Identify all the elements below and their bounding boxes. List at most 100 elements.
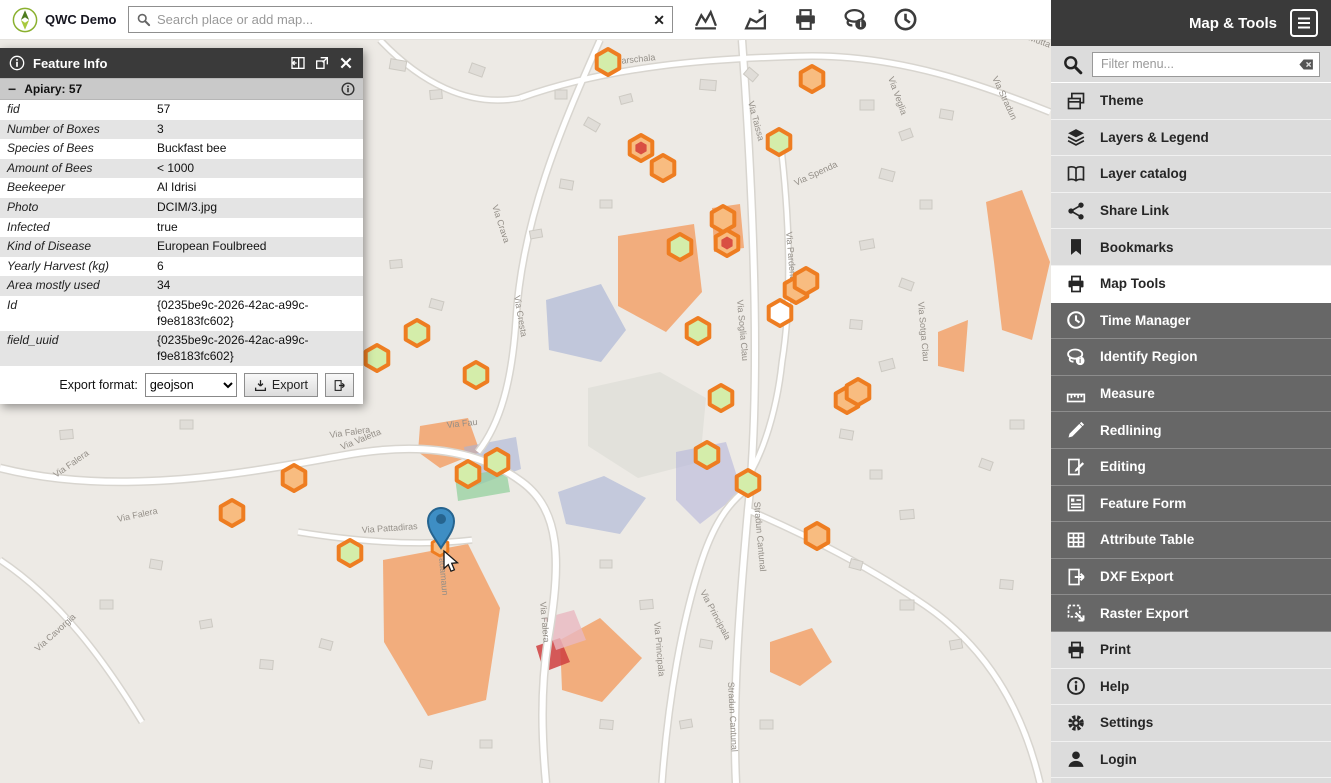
apiary-marker[interactable] (669, 234, 692, 260)
building (1010, 420, 1024, 429)
attribute-value: 57 (150, 100, 363, 120)
building (555, 90, 567, 99)
person-icon (1066, 749, 1086, 769)
attribute-value: 3 (150, 120, 363, 140)
sidebar-item-label: Login (1100, 752, 1137, 767)
collapse-icon[interactable]: − (8, 82, 16, 96)
editing-icon (1066, 457, 1086, 477)
sidebar-item-share-link[interactable]: Share Link (1051, 193, 1331, 230)
export-format-select[interactable]: geojson (145, 373, 237, 397)
attribute-name: field_uuid (0, 331, 150, 366)
building (760, 720, 773, 729)
menu-toggle-button[interactable] (1290, 9, 1318, 37)
export-to-layer-button[interactable] (325, 373, 354, 397)
apiary-marker[interactable] (768, 129, 791, 155)
sidebar-item-bookmarks[interactable]: Bookmarks (1051, 229, 1331, 266)
attribute-row: field_uuid{0235be9c-2026-42ac-a99c-f9e81… (0, 331, 363, 366)
sidebar-item-label: Identify Region (1100, 349, 1198, 364)
sidebar-item-login[interactable]: Login (1051, 742, 1331, 779)
apiary-marker[interactable] (710, 385, 733, 411)
sidebar-item-feature-form[interactable]: Feature Form (1051, 486, 1331, 523)
search-clear-icon[interactable]: ✕ (653, 13, 665, 27)
search-box[interactable]: ✕ (128, 6, 673, 33)
sidebar-item-label: Help (1100, 679, 1129, 694)
attribute-row: BeekeeperAl Idrisi (0, 178, 363, 198)
export-button[interactable]: Export (244, 373, 318, 397)
sidebar-item-settings[interactable]: Settings (1051, 705, 1331, 742)
building (860, 100, 874, 110)
app-logo: QWC Demo (12, 7, 128, 33)
apiary-marker[interactable] (801, 66, 824, 92)
apiary-marker[interactable] (737, 470, 760, 496)
sidebar-item-raster-export[interactable]: Raster Export (1051, 595, 1331, 632)
building (900, 509, 915, 519)
attribute-value: 34 (150, 276, 363, 296)
feature-info-icon[interactable] (341, 82, 355, 96)
apiary-marker[interactable] (406, 320, 429, 346)
attribute-name: Infected (0, 218, 150, 238)
apiary-marker[interactable] (687, 318, 710, 344)
apiary-marker[interactable] (712, 206, 735, 232)
menu-filter-row (1051, 46, 1331, 83)
building (419, 759, 432, 769)
sidebar-item-time-manager[interactable]: Time Manager (1051, 303, 1331, 340)
sidebar-item-redlining[interactable]: Redlining (1051, 412, 1331, 449)
sidebar-item-identify-region[interactable]: i Identify Region (1051, 339, 1331, 376)
bookmark-icon (1066, 237, 1086, 257)
sidebar-title: Map & Tools (1189, 15, 1277, 32)
height-profile-icon[interactable] (693, 7, 718, 32)
svg-text:i: i (1079, 357, 1081, 365)
time-manager-icon[interactable] (893, 7, 918, 32)
sidebar-item-layers-legend[interactable]: Layers & Legend (1051, 120, 1331, 157)
feature-section-header[interactable]: − Apiary: 57 (0, 78, 363, 100)
apiary-marker[interactable] (769, 300, 792, 326)
identify-region-icon[interactable]: i (843, 7, 868, 32)
sidebar-item-label: Editing (1100, 459, 1146, 474)
open-window-icon[interactable] (314, 55, 330, 71)
sidebar-item-label: Share Link (1100, 203, 1169, 218)
attribute-name: Species of Bees (0, 139, 150, 159)
print-icon[interactable] (793, 7, 818, 32)
building (850, 319, 863, 329)
sidebar-item-layer-catalog[interactable]: Layer catalog (1051, 156, 1331, 193)
sidebar-item-print[interactable]: Print (1051, 632, 1331, 669)
apiary-marker[interactable] (221, 500, 244, 526)
sidebar-item-help[interactable]: Help (1051, 669, 1331, 706)
apiary-marker[interactable] (339, 540, 362, 566)
search-input[interactable] (157, 12, 647, 27)
attribute-row: Number of Boxes3 (0, 120, 363, 140)
close-icon[interactable] (338, 55, 354, 71)
apiary-marker[interactable] (795, 268, 818, 294)
attribute-name: Kind of Disease (0, 237, 150, 257)
apiary-marker[interactable] (597, 49, 620, 75)
export-region-icon[interactable] (743, 7, 768, 32)
sidebar-item-theme[interactable]: Theme (1051, 83, 1331, 120)
sidebar-item-measure[interactable]: Measure (1051, 376, 1331, 413)
apiary-marker[interactable] (486, 449, 509, 475)
building (640, 599, 654, 609)
apiary-marker[interactable] (652, 155, 675, 181)
apiary-marker[interactable] (465, 362, 488, 388)
attribute-row: Area mostly used34 (0, 276, 363, 296)
apiary-marker[interactable] (283, 465, 306, 491)
dock-panel-icon[interactable] (290, 55, 306, 71)
building (859, 239, 874, 250)
sidebar-item-map-tools[interactable]: Map Tools (1051, 266, 1331, 303)
filter-menu-input[interactable] (1092, 52, 1320, 77)
apiary-marker[interactable] (847, 379, 870, 405)
export-bar: Export format: geojson Export (0, 366, 363, 404)
info-icon (9, 55, 25, 71)
sidebar-item-editing[interactable]: Editing (1051, 449, 1331, 486)
apiary-marker[interactable] (366, 345, 389, 371)
filter-clear-icon[interactable] (1298, 56, 1315, 73)
apiary-marker[interactable] (806, 523, 829, 549)
sidebar-item-dxf-export[interactable]: DXF Export (1051, 559, 1331, 596)
building (600, 200, 612, 208)
apiary-marker[interactable] (457, 461, 480, 487)
attribute-name: Amount of Bees (0, 159, 150, 179)
apiary-marker[interactable] (696, 442, 719, 468)
clock-icon (1066, 310, 1086, 330)
sidebar-item-attribute-table[interactable]: Attribute Table (1051, 522, 1331, 559)
attribute-name: Area mostly used (0, 276, 150, 296)
sidebar-item-label: Raster Export (1100, 606, 1189, 621)
